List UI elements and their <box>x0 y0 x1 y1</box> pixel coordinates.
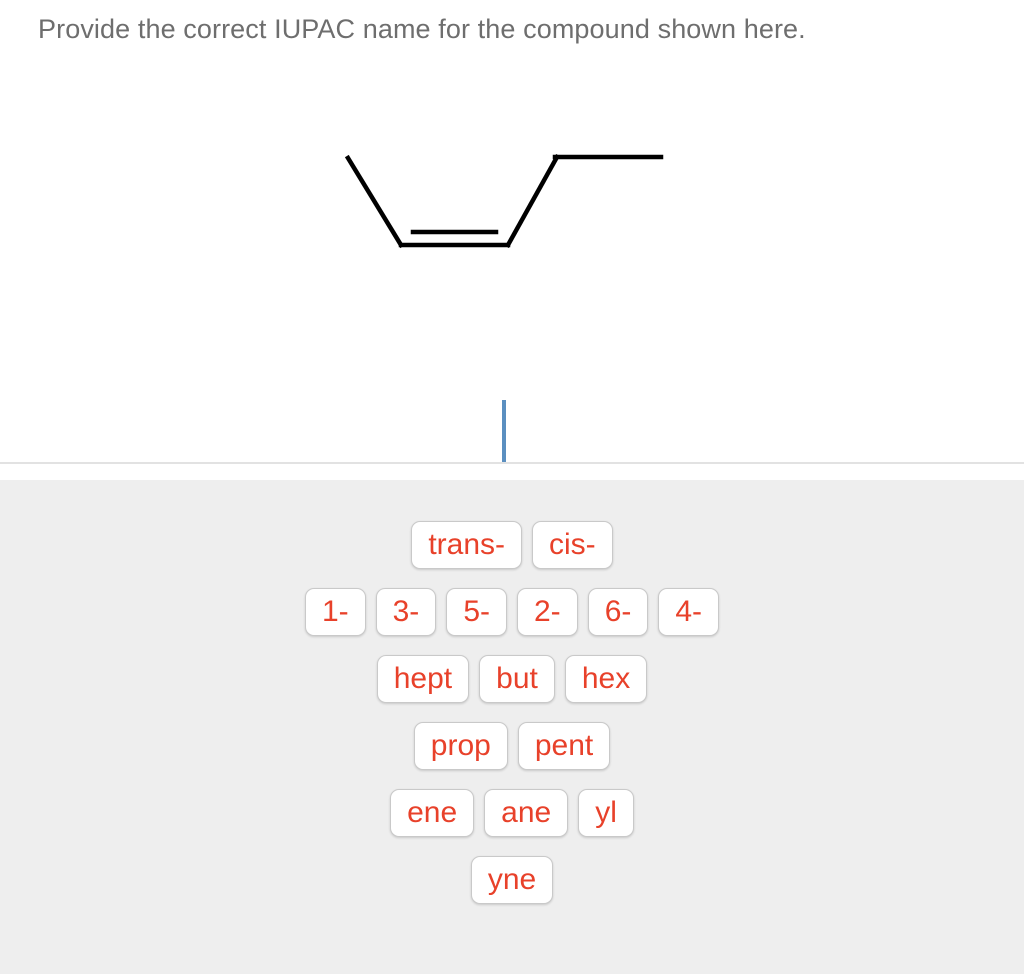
answer-tile[interactable]: cis- <box>532 521 613 569</box>
stem-row-1: hept but hex <box>0 655 1024 703</box>
answer-input[interactable] <box>0 380 1024 463</box>
answer-tile[interactable]: 2- <box>517 588 578 636</box>
answer-tile[interactable]: hept <box>376 655 470 703</box>
text-cursor <box>502 400 506 462</box>
page-title: Provide the correct IUPAC name for the c… <box>38 14 806 44</box>
question-area: Provide the correct IUPAC name for the c… <box>0 0 1024 463</box>
answer-tile[interactable]: yl <box>578 789 634 837</box>
answer-tile[interactable]: ene <box>390 789 475 837</box>
answer-tile[interactable]: prop <box>413 722 508 770</box>
section-divider <box>0 462 1024 464</box>
stem-row-2: prop pent <box>0 722 1024 770</box>
suffix-row-2: yne <box>0 856 1024 904</box>
answer-tile[interactable]: pent <box>517 722 611 770</box>
stereo-prefix-row: trans-cis- <box>0 521 1024 569</box>
molecule-diagram <box>330 140 680 265</box>
answer-tile[interactable]: but <box>479 655 555 703</box>
answer-tile[interactable]: yne <box>470 856 554 904</box>
answer-tile[interactable]: 3- <box>375 588 437 636</box>
locant-row: 1- 3- 5- 2- 6- 4- <box>0 588 1024 636</box>
answer-tile[interactable]: hex <box>564 655 648 703</box>
answer-tile[interactable]: 5- <box>446 588 507 636</box>
answer-tile[interactable]: 6- <box>587 588 649 636</box>
answer-tile[interactable]: 1- <box>304 588 366 636</box>
answer-tile[interactable]: ane <box>484 789 569 837</box>
answer-tile[interactable]: 4- <box>658 588 720 636</box>
skeletal-structure-icon <box>344 153 664 249</box>
suffix-row-1: ene ane yl <box>0 789 1024 837</box>
answer-tile[interactable]: trans- <box>411 521 523 569</box>
answer-bank-panel: trans-cis- 1- 3- 5- 2- 6- 4- hept but hex prop pent… <box>0 480 1024 974</box>
